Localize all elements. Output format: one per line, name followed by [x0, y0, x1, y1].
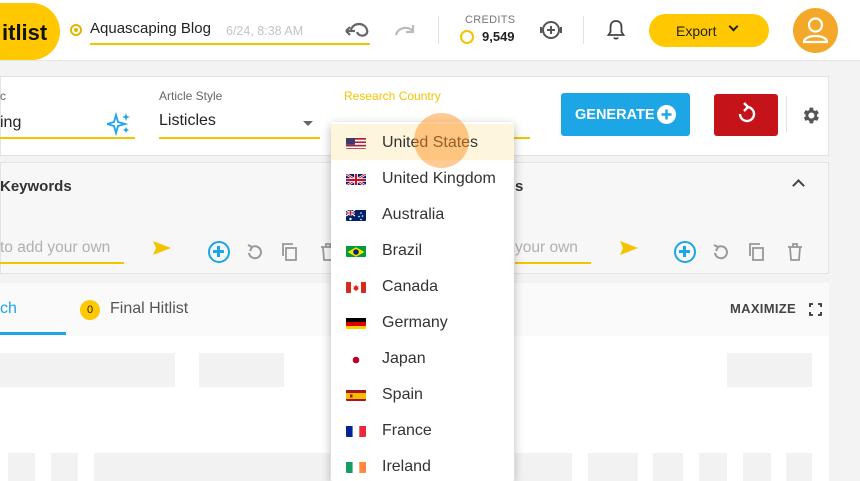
keyword-input[interactable]: to add your own [0, 239, 110, 257]
article-style-label: Article Style [159, 89, 223, 103]
export-button[interactable]: Export [649, 14, 769, 47]
us-flag-icon [346, 137, 366, 149]
jp-flag-icon [346, 353, 366, 365]
add-credits-icon[interactable] [539, 19, 563, 41]
skeleton-block [786, 453, 812, 481]
option-label: Spain [382, 386, 423, 403]
app-header: itlist Aquascaping Blog 6/24, 8:38 AM CR… [0, 0, 860, 61]
click-indicator [414, 113, 469, 168]
notification-bell-icon[interactable] [606, 19, 626, 41]
country-option-canada[interactable]: Canada [331, 268, 514, 304]
option-label: Japan [382, 350, 426, 367]
header-divider [583, 16, 584, 44]
country-option-germany[interactable]: Germany [331, 304, 514, 340]
fr-flag-icon [346, 425, 366, 437]
keywords-title: Keywords [0, 178, 72, 195]
skeleton-block [588, 453, 638, 481]
right-panel-title: s [515, 178, 524, 195]
option-label: Ireland [382, 458, 431, 475]
country-dropdown-menu: United States United Kingdom Australia B… [331, 122, 514, 481]
skeleton-block [515, 453, 572, 481]
skeleton-block [51, 453, 78, 481]
keyword-input-underline [0, 262, 124, 264]
add-keyword-icon[interactable] [208, 241, 230, 263]
send-icon[interactable] [619, 240, 639, 256]
send-icon[interactable] [152, 240, 172, 256]
country-option-france[interactable]: France [331, 412, 514, 448]
logo[interactable]: itlist [0, 3, 60, 60]
right-keyword-input[interactable]: your own [515, 239, 578, 257]
au-flag-icon [346, 209, 366, 221]
final-hitlist-count-badge: 0 [80, 300, 100, 320]
undo-icon[interactable] [343, 18, 375, 42]
article-style-select[interactable]: Listicles [159, 112, 216, 130]
skeleton-block [699, 453, 727, 481]
country-option-united-kingdom[interactable]: United Kingdom [331, 160, 514, 196]
skeleton-block [8, 453, 35, 481]
research-country-label: Research Country [344, 89, 441, 103]
fullscreen-icon[interactable] [809, 303, 822, 316]
es-flag-icon [346, 389, 366, 401]
country-option-australia[interactable]: Australia [331, 196, 514, 232]
skeleton-block [199, 353, 284, 387]
option-label: Brazil [382, 242, 423, 259]
gear-icon[interactable] [800, 105, 821, 126]
right-input-underline [515, 262, 591, 264]
skeleton-block [94, 453, 330, 481]
ie-flag-icon [346, 461, 366, 473]
uk-flag-icon [346, 173, 366, 185]
tab-final-hitlist[interactable]: Final Hitlist [110, 300, 188, 318]
topic-value[interactable]: ing [0, 114, 21, 132]
project-title: Aquascaping Blog [90, 20, 211, 37]
option-label: France [382, 422, 432, 439]
country-option-spain[interactable]: Spain [331, 376, 514, 412]
project-title-input[interactable]: Aquascaping Blog 6/24, 8:38 AM [90, 19, 370, 45]
add-keyword-icon[interactable] [674, 241, 696, 263]
credits-value: 9,549 [482, 29, 515, 44]
tab-research[interactable]: ch [0, 300, 17, 318]
skeleton-block [0, 353, 175, 387]
skeleton-block [653, 453, 683, 481]
copy-icon[interactable] [280, 242, 300, 262]
project-status-icon [70, 24, 82, 36]
skeleton-block [743, 453, 771, 481]
topic-underline [0, 137, 135, 139]
ca-flag-icon [346, 281, 366, 293]
header-divider [438, 16, 439, 44]
user-avatar[interactable] [793, 8, 838, 53]
user-icon [802, 17, 829, 44]
option-label: Germany [382, 314, 448, 331]
dropdown-arrow-icon [303, 121, 313, 126]
option-label: Australia [382, 206, 445, 223]
delete-icon[interactable] [785, 242, 805, 262]
skeleton-block [727, 353, 812, 387]
logo-text: itlist [2, 20, 48, 45]
refresh-icon[interactable] [244, 242, 264, 262]
article-style-underline [159, 137, 320, 139]
credits-label: CREDITS [465, 14, 516, 26]
copy-icon[interactable] [747, 242, 767, 262]
refresh-icon[interactable] [710, 242, 730, 262]
option-label: United Kingdom [382, 170, 496, 187]
country-option-brazil[interactable]: Brazil [331, 232, 514, 268]
maximize-button[interactable]: MAXIMIZE [730, 301, 796, 316]
country-option-ireland[interactable]: Ireland [331, 448, 514, 481]
refresh-icon [738, 102, 756, 123]
plus-icon [657, 105, 676, 124]
topic-label: c [0, 89, 6, 103]
country-option-japan[interactable]: Japan [331, 340, 514, 376]
project-timestamp: 6/24, 8:38 AM [226, 24, 304, 38]
redo-icon[interactable] [393, 22, 417, 40]
panel-divider [786, 96, 787, 132]
coin-icon [460, 30, 474, 44]
active-tab-indicator [0, 332, 66, 335]
de-flag-icon [346, 317, 366, 329]
reset-button[interactable] [714, 94, 778, 136]
br-flag-icon [346, 245, 366, 257]
sparkle-icon[interactable] [107, 112, 131, 136]
option-label: Canada [382, 278, 439, 295]
